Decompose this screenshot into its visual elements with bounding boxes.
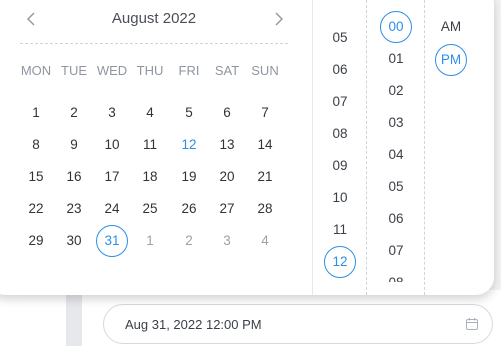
- minute-option[interactable]: 01: [380, 43, 412, 75]
- minute-period-divider: [424, 0, 425, 295]
- day-cell[interactable]: 30: [58, 225, 90, 257]
- day-cell[interactable]: 1: [134, 225, 166, 257]
- hour-selected[interactable]: 12: [324, 246, 356, 278]
- day-cell[interactable]: 24: [96, 193, 128, 225]
- weekday-tue: TUE: [61, 63, 87, 78]
- weekday-wed: WED: [96, 63, 128, 78]
- minute-option[interactable]: 03: [380, 107, 412, 139]
- datetime-input[interactable]: Aug 31, 2022 12:00 PM: [103, 304, 493, 344]
- day-cell[interactable]: 8: [20, 129, 52, 161]
- minute-option[interactable]: 07: [380, 235, 412, 267]
- day-cell-selected[interactable]: 31: [96, 225, 128, 257]
- minute-option[interactable]: 05: [380, 171, 412, 203]
- datetime-input-value: Aug 31, 2022 12:00 PM: [125, 317, 262, 332]
- day-cell[interactable]: 27: [211, 193, 243, 225]
- minute-column[interactable]: 000102030405060708: [368, 0, 424, 282]
- day-cell[interactable]: 10: [96, 129, 128, 161]
- weekday-row: MON TUE WED THU FRI SAT SUN: [17, 63, 291, 79]
- hour-option[interactable]: 11: [324, 214, 356, 246]
- day-cell[interactable]: 2: [173, 225, 205, 257]
- day-cell[interactable]: 4: [249, 225, 281, 257]
- background-divider: [66, 290, 82, 346]
- day-cell[interactable]: 14: [249, 129, 281, 161]
- day-cell[interactable]: 2: [58, 97, 90, 129]
- minute-option[interactable]: 04: [380, 139, 412, 171]
- day-cell[interactable]: 16: [58, 161, 90, 193]
- calendar-header: August 2022: [20, 0, 288, 44]
- hour-option[interactable]: 09: [324, 150, 356, 182]
- day-cell[interactable]: 4: [134, 97, 166, 129]
- day-cell[interactable]: 7: [249, 97, 281, 129]
- minute-option[interactable]: 06: [380, 203, 412, 235]
- weekday-fri: FRI: [178, 63, 200, 78]
- calendar-icon[interactable]: [465, 317, 479, 331]
- day-cell[interactable]: 9: [58, 129, 90, 161]
- day-cell[interactable]: 12: [173, 129, 205, 161]
- period-selected[interactable]: PM: [435, 44, 467, 76]
- hour-column[interactable]: 05 06 07 08 09 10 11 12: [314, 0, 366, 282]
- day-cell[interactable]: 3: [96, 97, 128, 129]
- day-cell[interactable]: 18: [134, 161, 166, 193]
- day-cell[interactable]: 5: [173, 97, 205, 129]
- weekday-sat: SAT: [214, 63, 240, 78]
- minute-option[interactable]: 08: [380, 267, 412, 282]
- day-cell[interactable]: 23: [58, 193, 90, 225]
- day-cell[interactable]: 29: [20, 225, 52, 257]
- day-cell[interactable]: 15: [20, 161, 52, 193]
- calendar-header-divider: [20, 43, 288, 44]
- day-cell[interactable]: 22: [20, 193, 52, 225]
- chevron-right-icon[interactable]: [270, 9, 288, 29]
- hour-option[interactable]: 06: [324, 54, 356, 86]
- hour-minute-divider: [366, 0, 367, 295]
- calendar-time-divider: [312, 0, 313, 295]
- day-cell[interactable]: 3: [211, 225, 243, 257]
- day-cell[interactable]: 20: [211, 161, 243, 193]
- day-cell[interactable]: 1: [20, 97, 52, 129]
- datetime-picker-screen: Aug 31, 2022 12:00 PM August 2022 MON TUE…: [0, 0, 501, 346]
- day-cell[interactable]: 26: [173, 193, 205, 225]
- day-cell[interactable]: 13: [211, 129, 243, 161]
- day-cell[interactable]: 25: [134, 193, 166, 225]
- day-cell[interactable]: 19: [173, 161, 205, 193]
- day-cell[interactable]: 17: [96, 161, 128, 193]
- weekday-thu: THU: [136, 63, 164, 78]
- month-title: August 2022: [111, 10, 197, 27]
- day-cell[interactable]: 11: [134, 129, 166, 161]
- background-panel-left: [0, 290, 66, 346]
- day-cell[interactable]: 6: [211, 97, 243, 129]
- weekday-mon: MON: [20, 63, 52, 78]
- period-option[interactable]: AM: [435, 11, 467, 43]
- weekday-sun: SUN: [251, 63, 279, 78]
- minute-option[interactable]: 02: [380, 75, 412, 107]
- hour-option[interactable]: 10: [324, 182, 356, 214]
- hour-option[interactable]: 08: [324, 118, 356, 150]
- day-cell[interactable]: 21: [249, 161, 281, 193]
- minute-selected[interactable]: 00: [380, 11, 412, 43]
- hour-option[interactable]: 05: [324, 22, 356, 54]
- hour-option[interactable]: 07: [324, 86, 356, 118]
- period-column[interactable]: AM PM: [426, 0, 476, 282]
- day-cell[interactable]: 28: [249, 193, 281, 225]
